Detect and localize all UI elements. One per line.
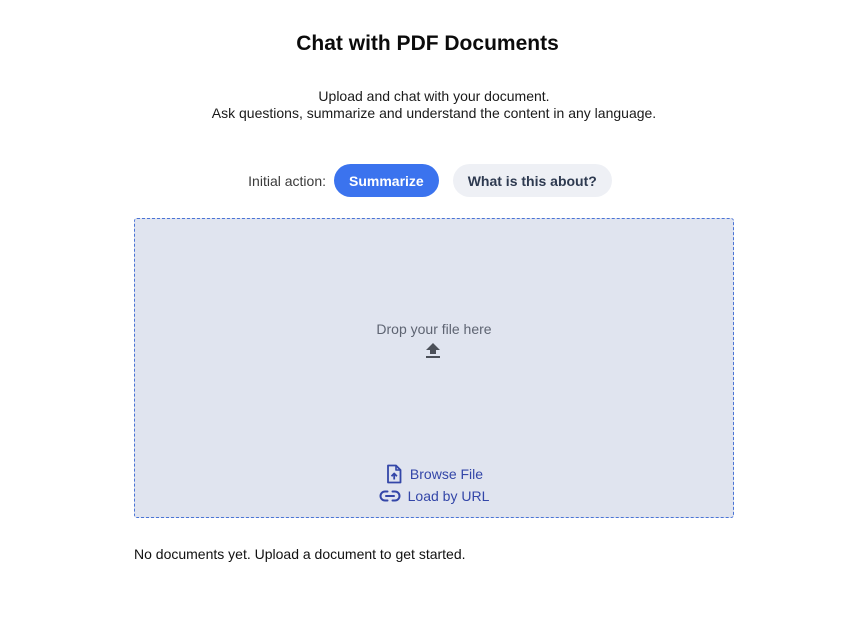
- what-is-this-about-button[interactable]: What is this about?: [452, 164, 612, 197]
- page-title: Chat with PDF Documents: [296, 32, 559, 55]
- upload-icon: [426, 343, 440, 358]
- dropzone-text: Drop your file here: [376, 321, 492, 337]
- empty-documents-message: No documents yet. Upload a document to g…: [134, 546, 466, 562]
- initial-action-row: Initial action: Summarize What is this a…: [0, 164, 855, 197]
- file-upload-icon: [387, 464, 402, 484]
- subtitle-line-2: Ask questions, summarize and understand …: [211, 105, 657, 121]
- browse-file-link[interactable]: Browse File: [135, 464, 733, 484]
- load-by-url-label: Load by URL: [407, 488, 490, 504]
- file-dropzone[interactable]: Drop your file here Browse File Load by …: [134, 218, 734, 518]
- browse-file-label: Browse File: [409, 466, 484, 482]
- initial-action-label: Initial action:: [248, 172, 326, 189]
- subtitle-line-1: Upload and chat with your document.: [318, 88, 550, 104]
- summarize-button[interactable]: Summarize: [334, 164, 439, 197]
- page-subtitle: Upload and chat with your document. Ask …: [0, 88, 855, 122]
- link-icon: [379, 490, 401, 502]
- load-by-url-link[interactable]: Load by URL: [135, 488, 733, 504]
